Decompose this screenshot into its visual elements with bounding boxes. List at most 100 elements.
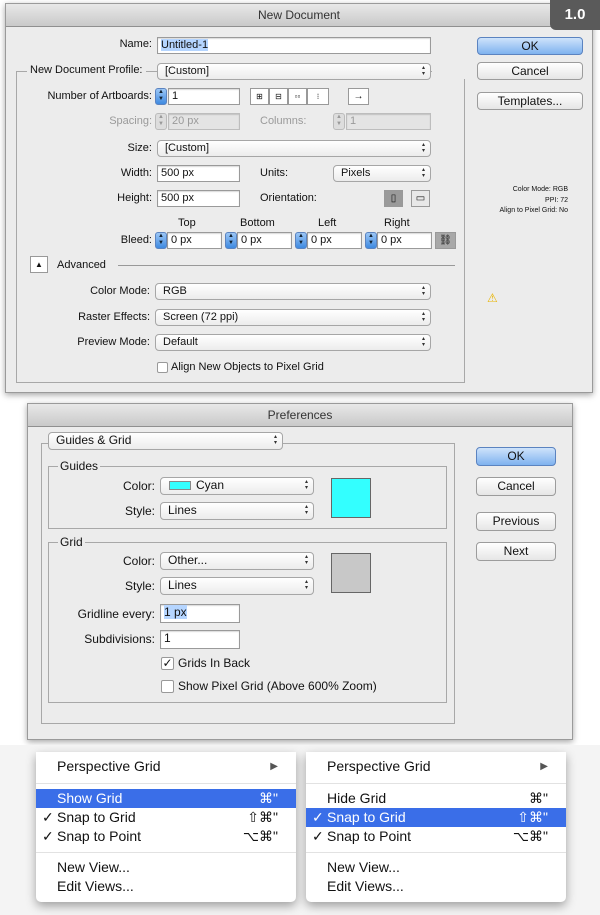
grid-style-label: Style:	[124, 579, 155, 593]
align-pixel-grid-label: Align New Objects to Pixel Grid	[171, 361, 324, 373]
portrait-icon[interactable]: ▯	[384, 190, 403, 207]
spacing-input: 20 px	[168, 113, 240, 130]
subdivisions-input[interactable]: 1	[160, 630, 240, 649]
size-label: Size:	[127, 142, 152, 154]
bleed-bottom-stepper[interactable]: ▲ ▼	[225, 232, 237, 249]
menu-item-snap-to-grid[interactable]: ✓ Snap to Grid ⇧⌘"	[36, 808, 296, 827]
units-select[interactable]: Pixels	[333, 165, 431, 182]
gridline-every-value: 1 px	[164, 605, 187, 619]
dialog-title: New Document	[6, 4, 592, 27]
menu-item-label: Snap to Grid	[57, 809, 136, 825]
link-bleed-icon[interactable]: ⛓	[435, 232, 456, 249]
bleed-top-stepper[interactable]: ▲ ▼	[155, 232, 167, 249]
guides-style-label: Style:	[124, 504, 155, 518]
menu-item-snap-to-point[interactable]: ✓ Snap to Point ⌥⌘"	[306, 827, 566, 846]
gridline-every-label: Gridline every:	[77, 607, 155, 621]
arrange-by-column-icon[interactable]: ⁝	[307, 88, 329, 105]
advanced-toggle-icon[interactable]: ▲	[30, 256, 48, 273]
show-pixel-grid-checkbox[interactable]	[161, 680, 174, 693]
templates-button[interactable]: Templates...	[477, 92, 583, 110]
menu-item-show-grid[interactable]: Show Grid ⌘"	[36, 789, 296, 808]
grid-color-select[interactable]: Other...	[160, 552, 314, 570]
previous-button[interactable]: Previous	[476, 512, 556, 531]
name-value: Untitled-1	[161, 39, 209, 51]
bleed-right-input[interactable]: 0 px	[377, 232, 432, 249]
preview-mode-label: Preview Mode:	[77, 336, 150, 348]
menu-item-perspective-grid[interactable]: Perspective Grid ▶	[36, 757, 296, 776]
checkmark-icon: ✓	[42, 828, 54, 844]
guides-style-select[interactable]: Lines	[160, 502, 314, 520]
submenu-arrow-icon: ▶	[540, 761, 548, 772]
menu-item-snap-to-grid[interactable]: ✓ Snap to Grid ⇧⌘"	[306, 808, 566, 827]
menu-item-label: Perspective Grid	[57, 758, 161, 774]
menu-item-label: Edit Views...	[57, 878, 134, 894]
raster-effects-select[interactable]: Screen (72 ppi)	[155, 309, 431, 326]
document-info: Color Mode: RGB PPI: 72 Align to Pixel G…	[500, 185, 568, 217]
menu-item-hide-grid[interactable]: Hide Grid ⌘"	[306, 789, 566, 808]
align-pixel-grid-checkbox[interactable]	[157, 362, 168, 373]
menu-separator	[36, 852, 296, 853]
landscape-icon[interactable]: ▭	[411, 190, 430, 207]
menu-separator	[306, 852, 566, 853]
guides-color-value: Cyan	[196, 478, 225, 492]
bleed-bottom-input[interactable]: 0 px	[237, 232, 292, 249]
color-mode-select[interactable]: RGB	[155, 283, 431, 300]
cancel-button[interactable]: Cancel	[477, 62, 583, 80]
arrange-by-row-icon[interactable]: ▫▫	[288, 88, 307, 105]
grids-in-back-checkbox[interactable]: ✓	[161, 657, 174, 670]
artboards-input[interactable]: 1	[168, 88, 240, 105]
menu-item-label: New View...	[327, 859, 400, 875]
height-input[interactable]: 500 px	[157, 190, 240, 207]
width-input[interactable]: 500 px	[157, 165, 240, 182]
checkmark-icon: ✓	[312, 828, 324, 844]
bleed-left-label: Left	[318, 217, 337, 229]
next-button[interactable]: Next	[476, 542, 556, 561]
grid-style-select[interactable]: Lines	[160, 577, 314, 595]
grid-color-swatch[interactable]	[331, 553, 371, 593]
bleed-left-stepper[interactable]: ▲ ▼	[295, 232, 307, 249]
menu-item-perspective-grid[interactable]: Perspective Grid ▶	[306, 757, 566, 776]
profile-select[interactable]: [Custom]	[157, 63, 431, 80]
menu-shortcut: ⌘"	[259, 790, 278, 806]
bleed-top-label: Top	[178, 217, 196, 229]
gridline-every-input[interactable]: 1 px	[160, 604, 240, 623]
menu-item-label: Perspective Grid	[327, 758, 431, 774]
grid-by-row-icon[interactable]: ⊞	[250, 88, 269, 105]
subdivisions-label: Subdivisions:	[84, 632, 155, 646]
guides-color-swatch[interactable]	[331, 478, 371, 518]
preferences-section-select[interactable]: Guides & Grid	[48, 432, 283, 450]
size-select[interactable]: [Custom]	[157, 140, 431, 157]
view-menu-show-grid: Perspective Grid ▶ Show Grid ⌘" ✓ Snap to G…	[36, 752, 296, 902]
cancel-button[interactable]: Cancel	[476, 477, 556, 496]
cyan-swatch-icon	[169, 481, 191, 491]
height-label: Height:	[117, 192, 152, 204]
grid-by-column-icon[interactable]: ⊟	[269, 88, 288, 105]
advanced-divider	[118, 265, 455, 266]
menu-item-label: Snap to Point	[57, 828, 142, 844]
menu-item-snap-to-point[interactable]: ✓ Snap to Point ⌥⌘"	[36, 827, 296, 846]
bleed-right-stepper[interactable]: ▲ ▼	[365, 232, 377, 249]
grid-label: Grid	[58, 535, 85, 549]
version-badge: 1.0	[550, 0, 600, 30]
artboards-stepper[interactable]: ▲ ▼	[155, 88, 167, 105]
bleed-left-input[interactable]: 0 px	[307, 232, 362, 249]
preview-mode-select[interactable]: Default	[155, 334, 431, 351]
left-to-right-icon[interactable]: →	[348, 88, 369, 105]
name-input[interactable]: Untitled-1	[157, 37, 431, 54]
bleed-top-input[interactable]: 0 px	[167, 232, 222, 249]
spacing-label: Spacing:	[109, 115, 152, 127]
orientation-label: Orientation:	[260, 192, 317, 204]
menu-item-new-view[interactable]: New View...	[306, 858, 566, 877]
guides-color-select[interactable]: Cyan	[160, 477, 314, 495]
info-ppi: PPI: 72	[545, 196, 568, 204]
ok-button[interactable]: OK	[476, 447, 556, 466]
menu-item-edit-views[interactable]: Edit Views...	[36, 877, 296, 896]
color-mode-label: Color Mode:	[90, 285, 150, 297]
menu-item-new-view[interactable]: New View...	[36, 858, 296, 877]
dialog-title: Preferences	[28, 404, 572, 427]
menu-shortcut: ⇧⌘"	[517, 809, 548, 825]
menu-shortcut: ⌘"	[529, 790, 548, 806]
ok-button[interactable]: OK	[477, 37, 583, 55]
menu-item-edit-views[interactable]: Edit Views...	[306, 877, 566, 896]
info-color-mode: Color Mode: RGB	[512, 186, 568, 193]
